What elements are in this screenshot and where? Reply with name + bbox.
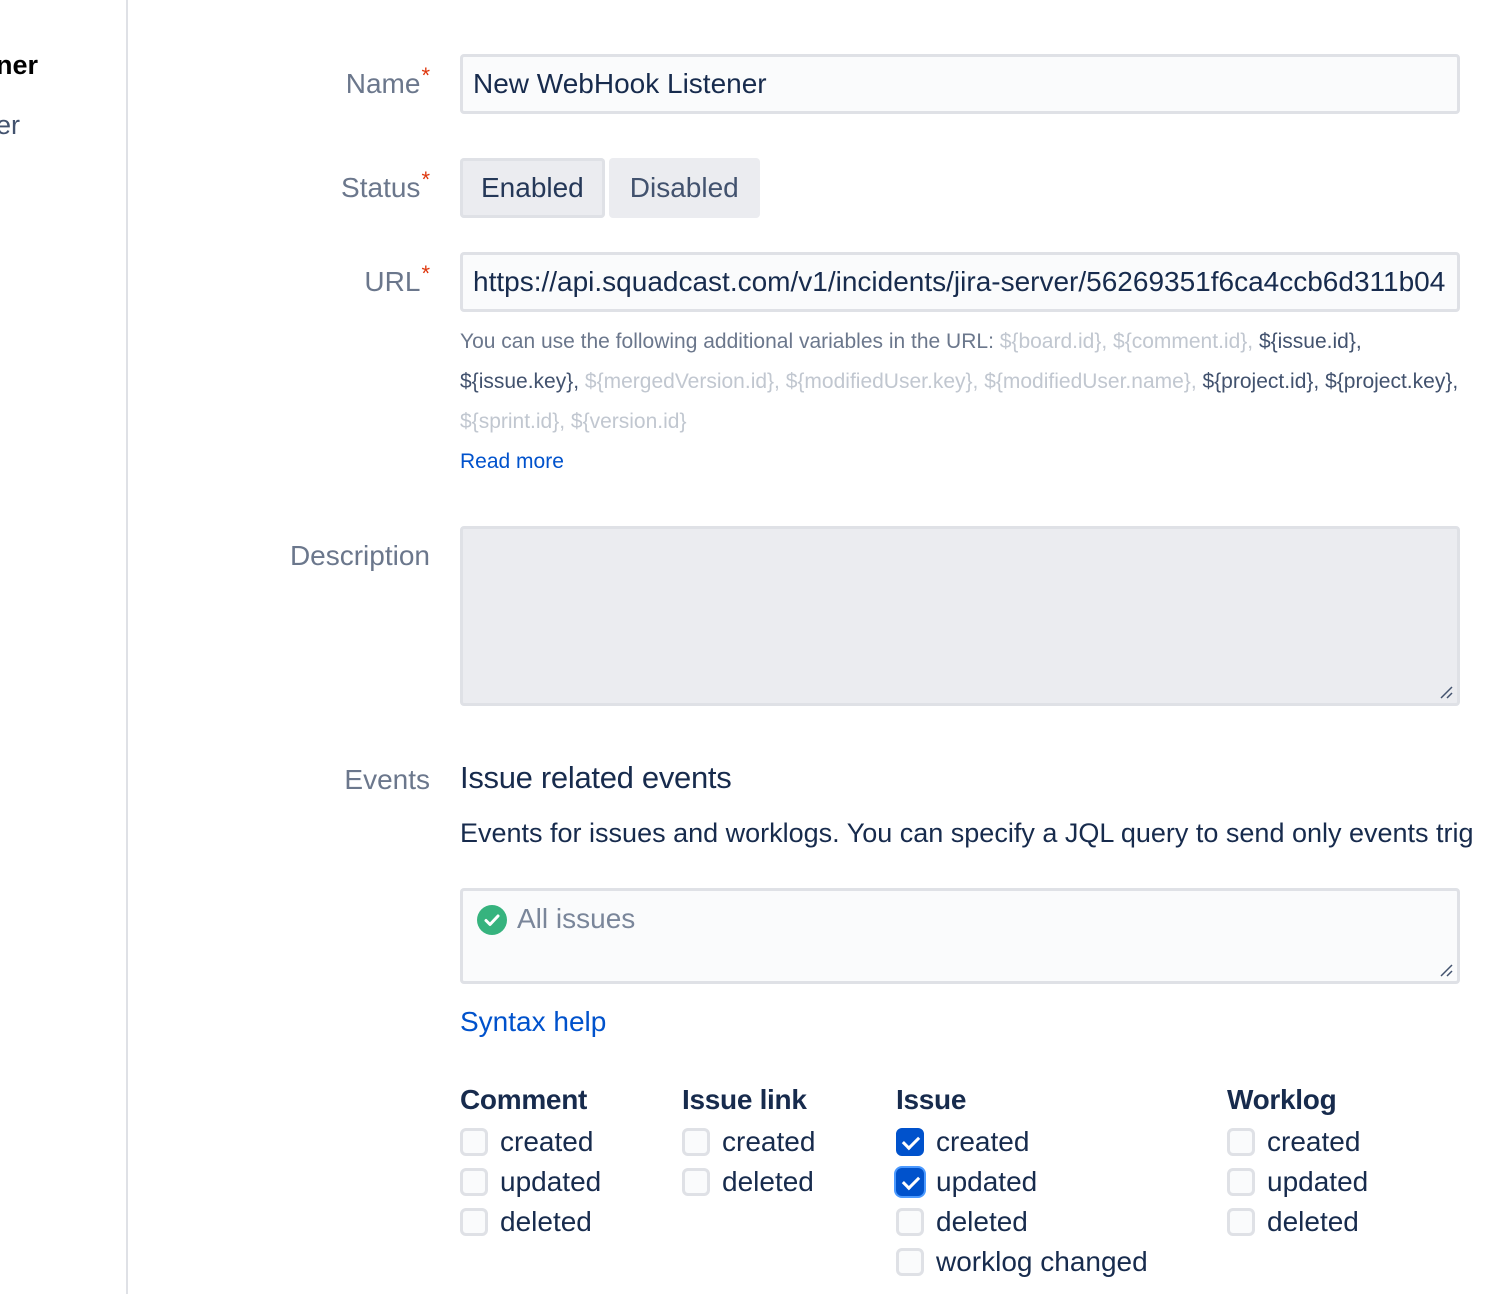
event-checkbox[interactable] [1227, 1208, 1255, 1236]
event-checkbox[interactable] [460, 1208, 488, 1236]
sidebar-item-active[interactable]: ner [0, 50, 38, 81]
url-variable: ${issue.key}, [460, 370, 585, 393]
event-checkbox-label: created [936, 1126, 1030, 1157]
event-checkbox-label: deleted [500, 1206, 592, 1237]
event-group: Issue created updated deleted worklog change… [896, 1084, 1148, 1282]
jql-query-input[interactable]: All issues [460, 888, 1460, 984]
event-group-title: Worklog [1227, 1084, 1337, 1115]
status-disabled-button[interactable]: Disabled [608, 158, 760, 218]
event-checkbox[interactable] [896, 1248, 924, 1276]
url-help-intro: You can use the following additional var… [460, 330, 1000, 353]
event-checkbox-label: updated [936, 1166, 1038, 1197]
url-label: URL* [364, 261, 430, 297]
event-checkbox-label: created [500, 1126, 594, 1157]
url-variable: ${version.id} [570, 410, 687, 433]
event-checkbox-label: created [722, 1126, 816, 1157]
event-group-title: Issue [896, 1084, 967, 1115]
events-label: Events [344, 764, 430, 795]
event-checkbox[interactable] [896, 1208, 924, 1236]
event-checkbox-row[interactable]: updated [1227, 1162, 1368, 1202]
event-checkbox[interactable] [896, 1128, 924, 1156]
event-group: Issue link created deleted [682, 1084, 815, 1202]
event-checkbox-row[interactable]: created [896, 1122, 1148, 1162]
event-checkbox-row[interactable]: deleted [896, 1202, 1148, 1242]
issue-events-heading: Issue related events [460, 760, 732, 795]
resize-grip-icon[interactable] [1439, 963, 1453, 977]
event-group-title: Issue link [682, 1084, 807, 1115]
event-checkbox[interactable] [1227, 1168, 1255, 1196]
event-checkbox-row[interactable]: updated [460, 1162, 601, 1202]
description-textarea[interactable] [460, 526, 1460, 706]
status-enabled-button[interactable]: Enabled [460, 158, 605, 218]
event-group: Worklog created updated deleted [1227, 1084, 1368, 1242]
event-checkbox[interactable] [1227, 1128, 1255, 1156]
event-checkbox-row[interactable]: deleted [1227, 1202, 1368, 1242]
event-checkbox[interactable] [896, 1168, 924, 1196]
check-circle-icon [477, 905, 507, 935]
event-group-title: Comment [460, 1084, 588, 1115]
url-variable: ${mergedVersion.id}, [584, 370, 786, 393]
required-mark: * [421, 261, 430, 286]
event-checkbox-label: worklog changed [936, 1246, 1148, 1277]
description-label: Description [289, 540, 430, 571]
event-checkbox-label: updated [1267, 1166, 1369, 1197]
event-checkbox[interactable] [460, 1168, 488, 1196]
name-input[interactable]: New WebHook Listener [460, 54, 1460, 114]
url-variable: ${project.id}, [1202, 370, 1326, 393]
resize-grip-icon[interactable] [1439, 685, 1453, 699]
event-checkbox-row[interactable]: deleted [682, 1162, 815, 1202]
url-variable: ${issue.id}, [1258, 330, 1362, 353]
event-checkbox-label: deleted [1267, 1206, 1359, 1237]
event-checkbox[interactable] [682, 1168, 710, 1196]
event-checkbox-label: deleted [722, 1166, 814, 1197]
url-variable: ${modifiedUser.key}, [785, 370, 985, 393]
event-checkbox-row[interactable]: created [682, 1122, 815, 1162]
event-group: Comment created updated deleted [460, 1084, 601, 1242]
sidebar: ner er [0, 0, 128, 1294]
name-label: Name* [345, 63, 430, 99]
url-help-text: You can use the following additional var… [460, 322, 1460, 482]
jql-placeholder: All issues [517, 903, 636, 934]
required-mark: * [421, 63, 430, 88]
event-checkbox[interactable] [682, 1128, 710, 1156]
event-checkbox-row[interactable]: updated [896, 1162, 1148, 1202]
read-more-link[interactable]: Read more [460, 450, 564, 473]
url-variable: ${board.id}, [999, 330, 1114, 353]
event-checkbox-label: updated [500, 1166, 602, 1197]
required-mark: * [421, 167, 430, 192]
event-checkbox-row[interactable]: deleted [460, 1202, 601, 1242]
event-checkbox-label: deleted [936, 1206, 1028, 1237]
event-checkbox-row[interactable]: worklog changed [896, 1242, 1148, 1282]
url-variable: ${comment.id}, [1113, 330, 1259, 353]
issue-events-description: Events for issues and worklogs. You can … [460, 818, 1474, 848]
event-checkbox-row[interactable]: created [460, 1122, 601, 1162]
url-variable: ${project.key}, [1325, 370, 1459, 393]
event-checkbox[interactable] [460, 1128, 488, 1156]
url-input[interactable]: https://api.squadcast.com/v1/incidents/j… [460, 252, 1460, 312]
event-checkbox-label: created [1267, 1126, 1361, 1157]
syntax-help-link[interactable]: Syntax help [460, 1006, 606, 1038]
event-checkbox-row[interactable]: created [1227, 1122, 1368, 1162]
status-toggle-group: Enabled Disabled [460, 158, 760, 218]
status-label: Status* [341, 167, 430, 203]
sidebar-item[interactable]: er [0, 110, 20, 141]
url-variable: ${modifiedUser.name}, [984, 370, 1203, 393]
url-variable: ${sprint.id}, [460, 410, 571, 433]
